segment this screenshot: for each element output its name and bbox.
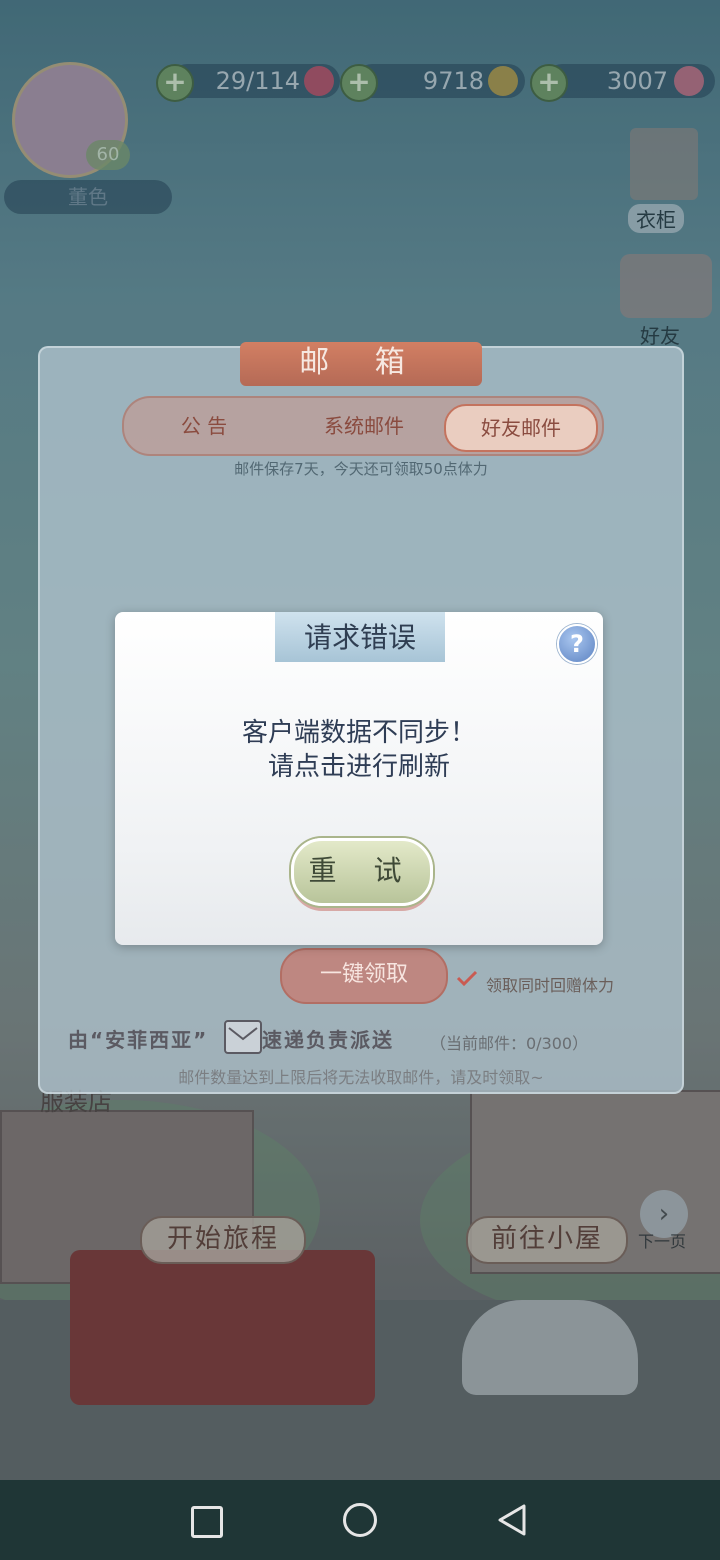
claim-all-button[interactable]: 一键领取 <box>280 948 448 1004</box>
help-icon[interactable]: ? <box>557 624 597 664</box>
dialog-message-line1: 客户端数据不同步！ <box>241 718 476 748</box>
dialog-message-line2: 请点击进行刷新 <box>267 752 450 782</box>
dialog-title: 请求错误 <box>303 621 416 654</box>
error-dialog: 请求错误 ? 客户端数据不同步！ 请点击进行刷新 重 试 <box>115 612 603 945</box>
courier-text-left: 由“安菲西亚” <box>68 1028 209 1052</box>
envelope-icon <box>224 1020 262 1054</box>
back-icon[interactable] <box>496 1503 530 1537</box>
dialog-message: 客户端数据不同步！ 请点击进行刷新 <box>115 716 603 784</box>
tab-system-mail[interactable]: 系统邮件 <box>294 404 434 448</box>
recent-apps-icon[interactable] <box>191 1506 223 1538</box>
mail-limit-warning: 邮件数量达到上限后将无法收取邮件，请及时领取~ <box>178 1068 544 1087</box>
home-icon[interactable] <box>343 1503 377 1537</box>
tab-friend-mail[interactable]: 好友邮件 <box>444 404 598 452</box>
mailbox-title: 邮 箱 <box>240 342 482 386</box>
courier-text-right: 速递负责派送 <box>262 1028 394 1052</box>
return-stamina-option[interactable]: 领取同时回赠体力 <box>486 972 614 996</box>
mail-count: （当前邮件：0/300） <box>430 1034 589 1053</box>
retry-button[interactable]: 重 试 <box>291 838 433 906</box>
checkmark-icon[interactable] <box>456 970 478 986</box>
mail-retention-note: 邮件保存7天，今天还可领取50点体力 <box>234 460 488 478</box>
tab-announcement[interactable]: 公 告 <box>134 404 274 448</box>
mailbox-tabs: 公 告 系统邮件 好友邮件 <box>122 396 604 456</box>
